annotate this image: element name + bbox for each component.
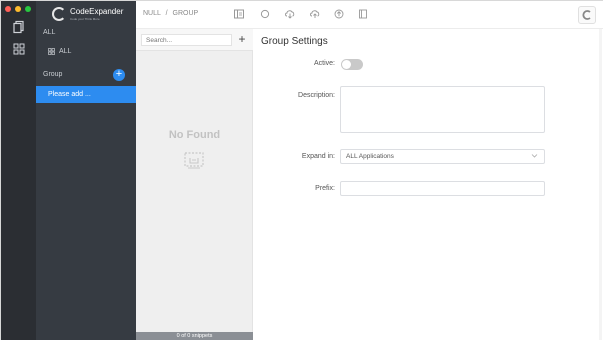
chevron-down-icon <box>531 154 538 158</box>
expand-in-value: ALL Applications <box>346 153 394 160</box>
circle-icon[interactable] <box>259 8 271 20</box>
sidebar-item-selected-group[interactable]: Please add ... <box>36 86 136 103</box>
breadcrumb-item[interactable]: GROUP <box>173 10 199 17</box>
breadcrumb-item[interactable]: NULL <box>143 10 161 17</box>
grid-icon <box>48 48 55 55</box>
account-button[interactable] <box>578 6 596 24</box>
cloud-upload-icon[interactable] <box>309 8 321 20</box>
arrow-up-circle-icon[interactable] <box>333 8 345 20</box>
logo-icon <box>52 7 66 21</box>
snippet-count-status: 0 of 0 snippets <box>136 332 253 340</box>
empty-box-icon <box>184 152 204 169</box>
top-toolbar: NULL / GROUP <box>136 1 603 29</box>
description-field[interactable] <box>340 86 545 133</box>
group-section-header: Group <box>43 71 63 78</box>
sidebar-item-all[interactable]: ALL <box>48 48 71 55</box>
search-bar: + <box>136 29 253 51</box>
group-settings-panel: Group Settings Active: Description: Expa… <box>253 29 603 340</box>
add-snippet-button[interactable]: + <box>235 32 249 46</box>
empty-state-text: No Found <box>168 129 221 141</box>
app-window: CodeExpander Code your Think More ALL AL… <box>0 0 603 340</box>
cloud-download-icon[interactable] <box>284 8 296 20</box>
page-title: Group Settings <box>261 36 328 47</box>
search-input[interactable] <box>141 34 232 46</box>
logo-icon <box>582 10 591 20</box>
all-section-header: ALL <box>43 29 56 36</box>
expand-in-select[interactable]: ALL Applications <box>340 149 545 164</box>
prefix-label: Prefix: <box>315 185 335 192</box>
breadcrumb-separator: / <box>165 10 168 17</box>
panel-icon[interactable] <box>233 8 245 20</box>
sidebar-item-label: ALL <box>59 48 72 55</box>
snippet-list-panel: + No Found 0 of 0 snippets <box>136 29 253 340</box>
active-toggle[interactable] <box>341 59 363 70</box>
book-icon[interactable] <box>357 8 369 20</box>
minimize-window-button[interactable] <box>15 6 21 12</box>
logo-name: CodeExpander <box>70 7 124 16</box>
breadcrumb: NULL / GROUP <box>143 10 198 17</box>
documents-icon[interactable] <box>12 20 26 34</box>
close-window-button[interactable] <box>5 6 11 12</box>
logo-tagline: Code your Think More <box>70 17 100 21</box>
add-group-button[interactable]: + <box>113 69 125 81</box>
active-label: Active: <box>313 60 335 67</box>
window-controls <box>5 6 31 12</box>
zoom-window-button[interactable] <box>25 6 31 12</box>
app-logo: CodeExpander Code your Think More <box>52 7 123 21</box>
description-label: Description: <box>298 92 335 99</box>
toggle-knob <box>342 60 351 69</box>
prefix-field[interactable] <box>340 181 545 196</box>
grid-icon[interactable] <box>12 42 26 56</box>
scrollbar[interactable] <box>599 29 602 340</box>
group-sidebar: CodeExpander Code your Think More ALL AL… <box>36 1 136 340</box>
expand-in-label: Expand in: <box>301 153 335 160</box>
activity-bar <box>1 1 36 340</box>
